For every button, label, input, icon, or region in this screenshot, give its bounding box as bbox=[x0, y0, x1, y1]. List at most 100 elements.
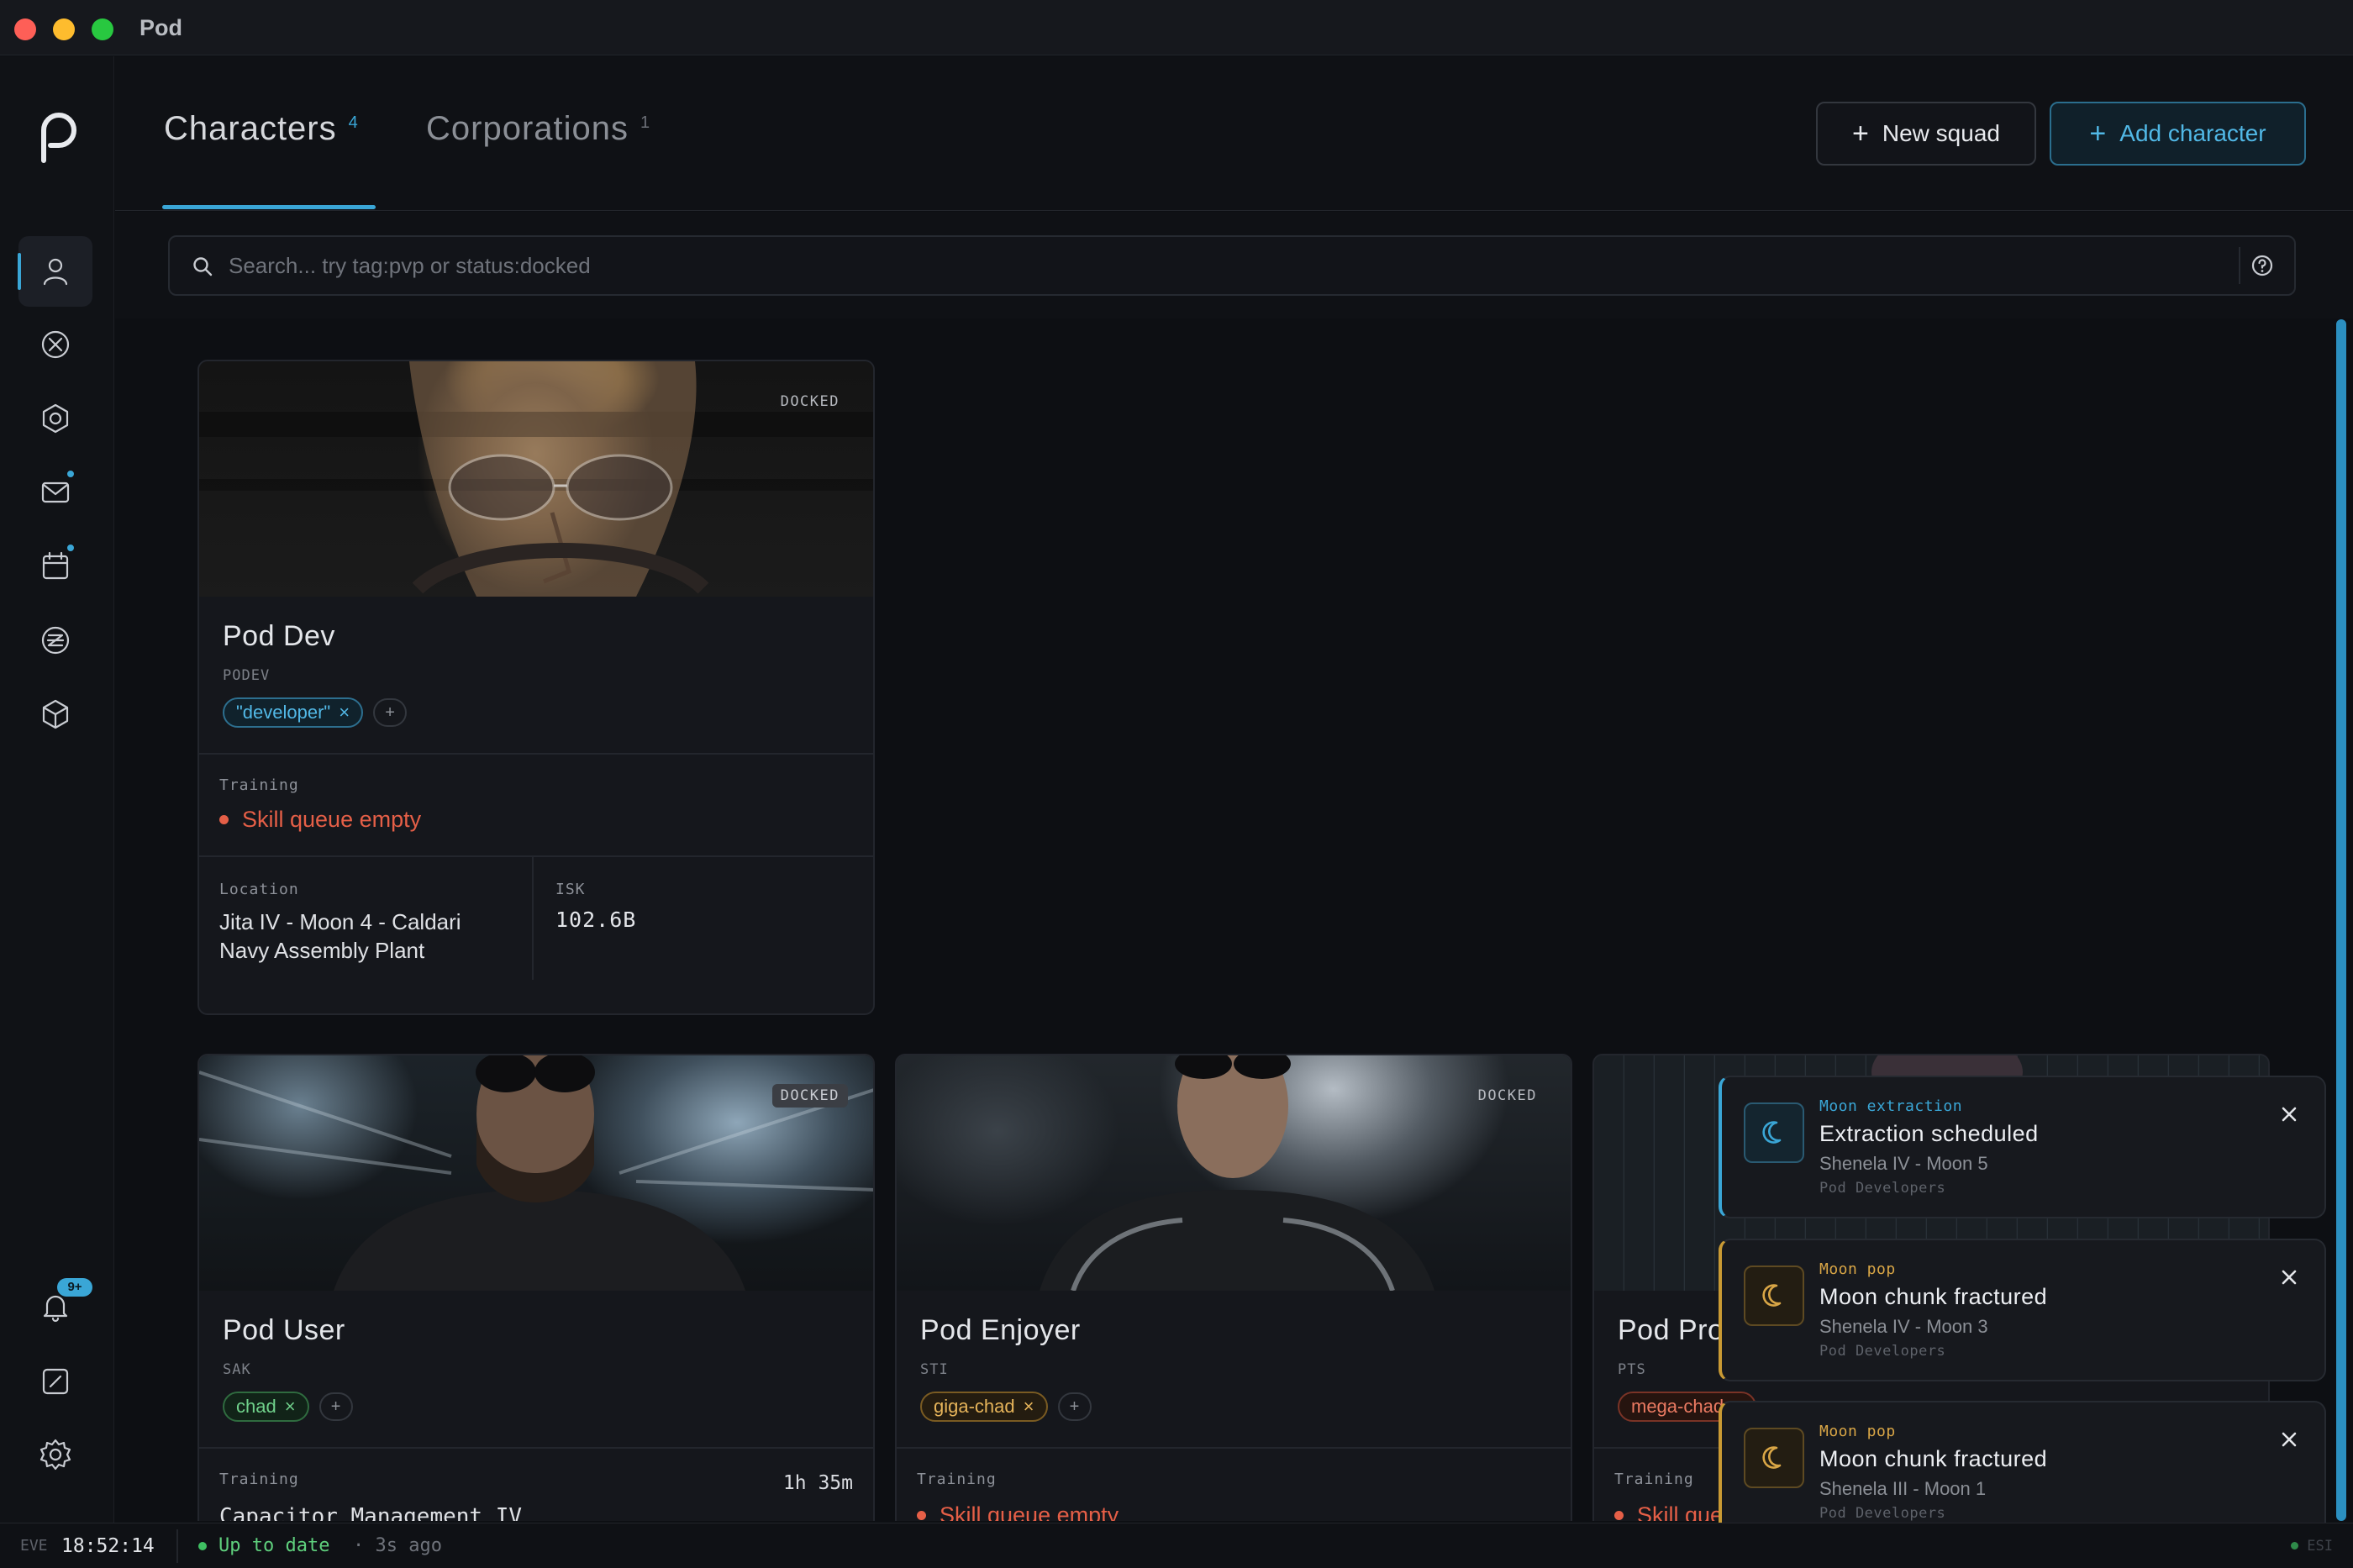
toast-kind: Moon pop bbox=[1819, 1260, 1896, 1278]
tag-label: giga-chad bbox=[934, 1396, 1015, 1417]
eve-time-label: EVE bbox=[20, 1537, 48, 1555]
search-icon bbox=[193, 257, 213, 276]
toast-location: Shenela IV - Moon 3 bbox=[1819, 1316, 1988, 1337]
sync-status[interactable]: Up to date bbox=[198, 1535, 329, 1556]
tag-row: chad × + bbox=[223, 1392, 353, 1422]
window-titlebar: Pod bbox=[0, 0, 2353, 55]
sidebar-item-dashboard[interactable] bbox=[18, 1346, 92, 1417]
crosshair-x-icon bbox=[41, 330, 70, 359]
warning-dot-icon bbox=[219, 815, 229, 824]
tab-characters[interactable]: Characters 4 bbox=[164, 110, 358, 148]
sidebar-item-calendar[interactable] bbox=[18, 531, 92, 602]
docked-badge: DOCKED bbox=[1477, 1087, 1537, 1104]
notification-toast[interactable]: Moon extraction Extraction scheduled She… bbox=[1719, 1076, 2326, 1218]
training-label: Training bbox=[219, 1471, 299, 1488]
add-character-button[interactable]: + Add character bbox=[2050, 102, 2306, 166]
character-name: Pod Enjoyer bbox=[920, 1314, 1081, 1346]
remove-tag-icon[interactable]: × bbox=[1024, 1396, 1034, 1418]
tag-row: "developer" × + bbox=[223, 697, 408, 728]
cube-icon bbox=[42, 699, 69, 729]
calendar-unread-dot bbox=[66, 543, 76, 553]
vertical-divider bbox=[532, 857, 534, 980]
window-title: Pod bbox=[139, 15, 182, 40]
search-input[interactable] bbox=[229, 247, 2161, 284]
tab-characters-count: 4 bbox=[348, 113, 358, 132]
tag-chip[interactable]: chad × bbox=[223, 1392, 309, 1422]
moon-icon bbox=[1744, 1265, 1804, 1326]
add-character-label: Add character bbox=[2119, 120, 2266, 146]
character-card[interactable]: DOCKED Pod Enjoyer STI giga-chad × + Trai… bbox=[895, 1054, 1572, 1521]
toast-title: Moon chunk fractured bbox=[1819, 1284, 2048, 1309]
add-tag-button[interactable]: + bbox=[318, 1392, 353, 1421]
esi-status: ESI bbox=[2291, 1538, 2333, 1555]
toast-title: Moon chunk fractured bbox=[1819, 1446, 2048, 1471]
remove-tag-icon[interactable]: × bbox=[339, 702, 350, 723]
close-window-button[interactable] bbox=[14, 18, 36, 40]
eve-time: 18:52:14 bbox=[61, 1534, 155, 1557]
remove-tag-icon[interactable]: × bbox=[285, 1396, 296, 1418]
tab-corporations[interactable]: Corporations 1 bbox=[426, 110, 650, 148]
docked-badge: DOCKED bbox=[780, 393, 840, 410]
location-label: Location bbox=[219, 881, 299, 898]
esi-dot-icon bbox=[2291, 1542, 2299, 1550]
character-card[interactable]: DOCKED Pod User SAK chad × + Training 1h … bbox=[197, 1054, 875, 1521]
sidebar-item-assets[interactable] bbox=[18, 679, 92, 750]
close-icon[interactable] bbox=[2276, 1101, 2303, 1128]
divider bbox=[199, 753, 873, 755]
scrollbar-thumb[interactable] bbox=[2336, 319, 2346, 1521]
tab-corporations-count: 1 bbox=[640, 113, 650, 132]
corp-ticker: PODEV bbox=[223, 667, 271, 684]
sidebar-item-characters[interactable] bbox=[18, 236, 92, 307]
corp-ticker: PTS bbox=[1618, 1361, 1646, 1378]
minimize-window-button[interactable] bbox=[53, 18, 75, 40]
training-label: Training bbox=[1614, 1471, 1694, 1488]
toast-org: Pod Developers bbox=[1819, 1180, 1946, 1197]
training-label: Training bbox=[917, 1471, 997, 1488]
notifications-count-badge: 9+ bbox=[57, 1278, 92, 1297]
sidebar-item-combat[interactable] bbox=[18, 309, 92, 380]
moon-icon bbox=[1744, 1428, 1804, 1488]
sidebar-item-notifications[interactable]: 9+ bbox=[18, 1271, 92, 1342]
character-portrait: DOCKED bbox=[199, 1055, 873, 1291]
character-name: Pod User bbox=[223, 1314, 345, 1346]
character-name: Pod Dev bbox=[223, 620, 335, 652]
skill-queue-text: Skill queue empty bbox=[242, 807, 422, 832]
add-tag-button[interactable]: + bbox=[373, 698, 408, 727]
search-divider bbox=[2239, 247, 2240, 284]
help-icon[interactable] bbox=[2249, 252, 2276, 279]
calendar-icon bbox=[42, 551, 69, 580]
character-card[interactable]: DOCKED Pod Dev PODEV "developer" × + Trai… bbox=[197, 360, 875, 1015]
status-bar: EVE 18:52:14 Up to date · 3s ago ESI bbox=[0, 1523, 2353, 1568]
toast-org: Pod Developers bbox=[1819, 1505, 1946, 1522]
divider bbox=[199, 855, 873, 857]
location-value: Jita IV - Moon 4 - Caldari Navy Assembly… bbox=[219, 909, 461, 963]
active-tab-indicator bbox=[162, 205, 376, 209]
sidebar-item-wallet[interactable] bbox=[18, 605, 92, 676]
character-portrait: DOCKED bbox=[199, 361, 873, 597]
skill-queue-status: Skill queue empty bbox=[219, 807, 421, 833]
notification-toast[interactable]: Moon pop Moon chunk fractured Shenela IV… bbox=[1719, 1239, 2326, 1381]
gauge-icon bbox=[42, 1368, 69, 1395]
tag-chip[interactable]: "developer" × bbox=[223, 697, 364, 728]
sidebar-item-mail[interactable] bbox=[18, 457, 92, 528]
character-portrait: DOCKED bbox=[897, 1055, 1571, 1291]
close-icon[interactable] bbox=[2276, 1264, 2303, 1291]
sidebar-item-settings[interactable] bbox=[18, 1419, 92, 1490]
tag-label: "developer" bbox=[236, 702, 331, 723]
close-icon[interactable] bbox=[2276, 1426, 2303, 1453]
content-scrollbar[interactable] bbox=[2335, 319, 2348, 1521]
settings-gear-icon bbox=[39, 1439, 71, 1471]
add-tag-button[interactable]: + bbox=[1057, 1392, 1092, 1421]
corp-ticker: STI bbox=[920, 1361, 949, 1378]
status-dot-icon bbox=[198, 1541, 207, 1550]
tag-chip[interactable]: giga-chad × bbox=[920, 1392, 1048, 1422]
training-skill: Capacitor Management IV bbox=[219, 1504, 523, 1521]
new-squad-label: New squad bbox=[1882, 120, 2000, 146]
hexagon-gear-icon bbox=[42, 403, 69, 434]
zoom-window-button[interactable] bbox=[92, 18, 113, 40]
sidebar-item-structures[interactable] bbox=[18, 383, 92, 454]
sync-status-text: Up to date bbox=[218, 1535, 330, 1556]
new-squad-button[interactable]: + New squad bbox=[1816, 102, 2036, 166]
toast-org: Pod Developers bbox=[1819, 1343, 1946, 1360]
sync-ago: · 3s ago bbox=[353, 1535, 442, 1556]
